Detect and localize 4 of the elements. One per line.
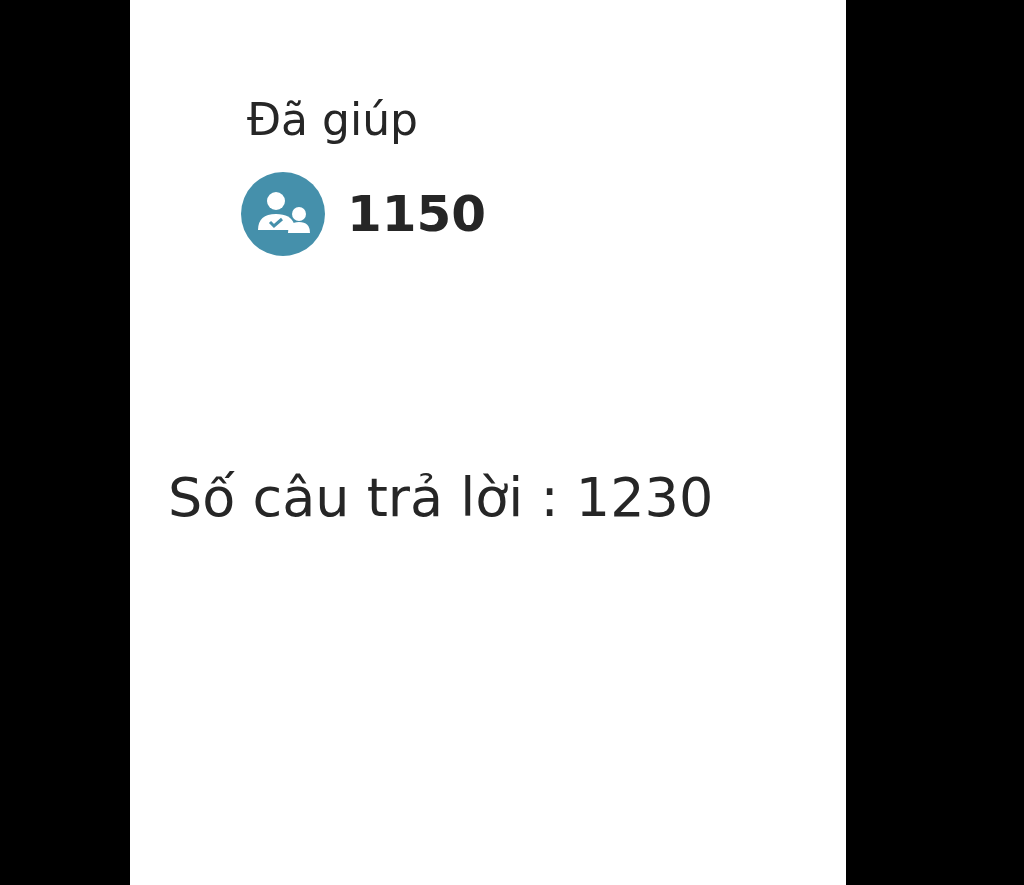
users-icon xyxy=(241,172,325,256)
helped-count: 1150 xyxy=(347,184,487,244)
helped-label: Đã giúp xyxy=(247,93,419,147)
answer-count: Số câu trả lời : 1230 xyxy=(168,465,715,531)
